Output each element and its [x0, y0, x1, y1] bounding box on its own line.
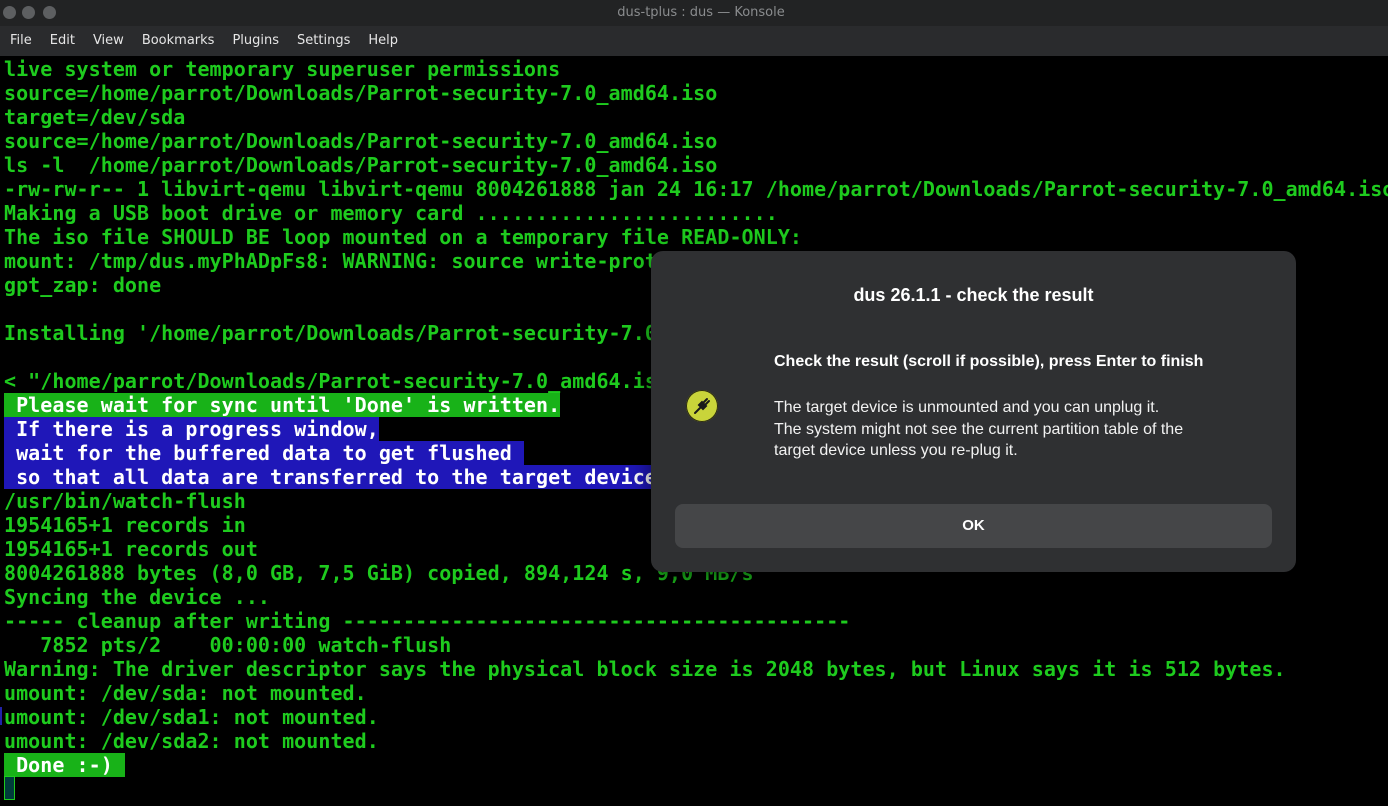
terminal-line: live system or temporary superuser permi… [4, 57, 561, 81]
terminal-line: /usr/bin/watch-flush [4, 489, 246, 513]
terminal-line: source=/home/parrot/Downloads/Parrot-sec… [4, 129, 718, 153]
menu-bookmarks[interactable]: Bookmarks [134, 26, 223, 56]
terminal-line: ----- cleanup after writing ------------… [4, 609, 851, 633]
terminal-line: gpt_zap: done [4, 273, 162, 297]
terminal-line: < "/home/parrot/Downloads/Parrot-securit… [4, 369, 657, 393]
terminal-line: umount: /dev/sda1: not mounted. [4, 705, 379, 729]
terminal-line: 7852 pts/2 00:00:00 watch-flush [4, 633, 452, 657]
dialog-message-line: target device unless you re-plug it. [774, 442, 1018, 459]
title-bar[interactable]: dus-tplus : dus — Konsole [0, 0, 1388, 26]
dialog-message-line: The system might not see the current par… [774, 420, 1184, 438]
terminal-line: ls -l /home/parrot/Downloads/Parrot-secu… [4, 153, 718, 177]
terminal-line: so that all data are transferred to the … [4, 465, 657, 489]
dialog-heading: Check the result (scroll if possible), p… [774, 353, 1204, 370]
terminal-line: Installing '/home/parrot/Downloads/Parro… [4, 321, 657, 345]
usb-plug-icon [686, 390, 718, 422]
menu-help[interactable]: Help [360, 26, 406, 56]
check-result-dialog: dus 26.1.1 - check the result Check the … [651, 251, 1296, 572]
dialog-title: dus 26.1.1 - check the result [853, 285, 1094, 305]
terminal-line: Syncing the device ... [4, 585, 271, 609]
konsole-window: dus-tplus : dus — Konsole File Edit View… [0, 0, 1388, 806]
menu-plugins[interactable]: Plugins [224, 26, 287, 56]
terminal-line: 8004261888 bytes (8,0 GB, 7,5 GiB) copie… [4, 561, 754, 585]
terminal-line: mount: /tmp/dus.myPhADpFs8: WARNING: sou… [4, 249, 657, 273]
terminal-cursor [4, 776, 15, 800]
terminal-line: If there is a progress window, [4, 417, 379, 441]
terminal-line: umount: /dev/sda: not mounted. [4, 681, 367, 705]
selection-marker [0, 707, 2, 725]
terminal-line: 1954165+1 records out [4, 537, 258, 561]
terminal-line: 1954165+1 records in [4, 513, 246, 537]
terminal-line: -rw-rw-r-- 1 libvirt-qemu libvirt-qemu 8… [4, 177, 1388, 201]
window-title: dus-tplus : dus — Konsole [617, 5, 785, 20]
terminal-line: target=/dev/sda [4, 105, 186, 129]
terminal-line: The iso file SHOULD BE loop mounted on a… [4, 225, 803, 249]
menu-view[interactable]: View [85, 26, 132, 56]
terminal-line: Making a USB boot drive or memory card .… [4, 201, 778, 225]
menu-bar: File Edit View Bookmarks Plugins Setting… [0, 26, 1388, 56]
menu-edit[interactable]: Edit [42, 26, 83, 56]
terminal-line: Warning: The driver descriptor says the … [4, 657, 1286, 681]
dialog-message: The target device is unmounted and you c… [774, 397, 1244, 462]
menu-file[interactable]: File [2, 26, 40, 56]
terminal-line: wait for the buffered data to get flushe… [4, 441, 524, 465]
terminal-line: source=/home/parrot/Downloads/Parrot-sec… [4, 81, 718, 105]
terminal-line: Please wait for sync until 'Done' is wri… [4, 393, 561, 417]
terminal-line: umount: /dev/sda2: not mounted. [4, 729, 379, 753]
terminal-line: Done :-) [4, 753, 125, 777]
ok-button[interactable]: OK [675, 504, 1272, 548]
dialog-message-line: The target device is unmounted and you c… [774, 399, 1160, 416]
menu-settings[interactable]: Settings [289, 26, 358, 56]
